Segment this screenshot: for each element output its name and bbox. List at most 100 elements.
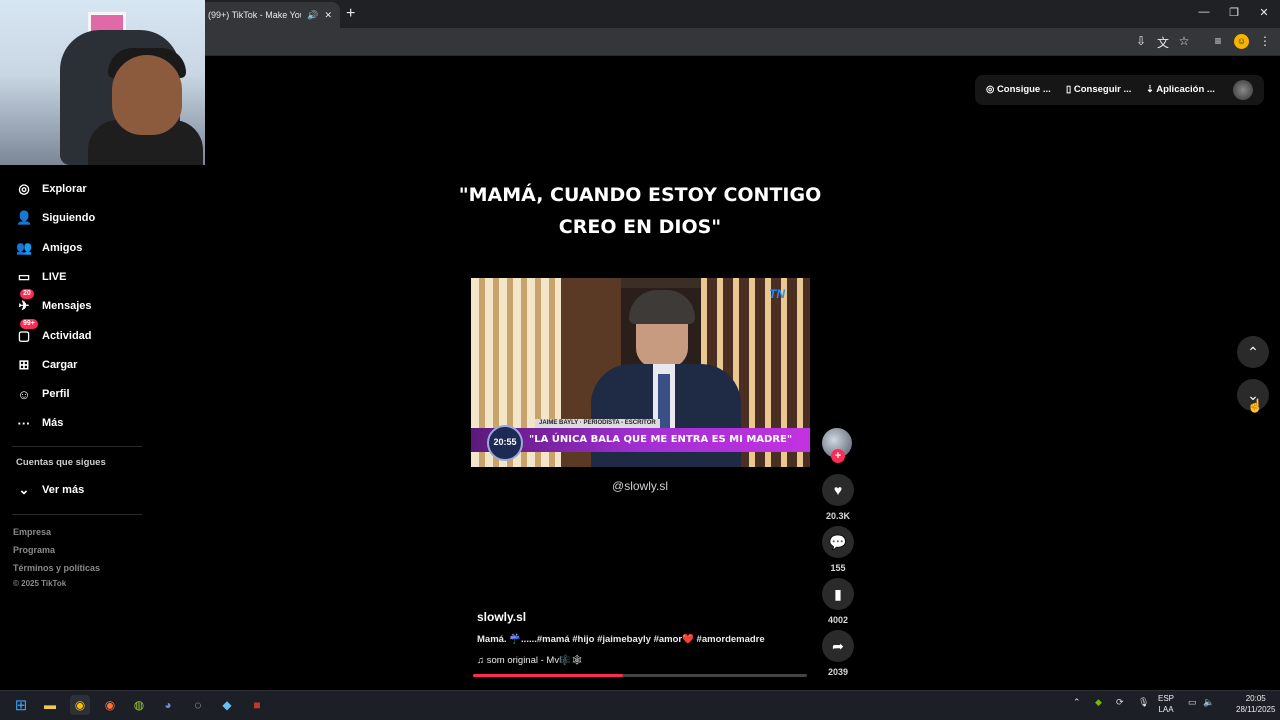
like-count: 20.3K — [825, 511, 851, 521]
sidebar-item-label: Siguiendo — [42, 212, 96, 225]
close-window-button[interactable]: ✕ — [1254, 6, 1274, 19]
compass-icon: ◎ — [18, 181, 30, 196]
friends-icon: 👥 — [16, 239, 33, 255]
sidebar-item-amigos[interactable]: 👥 Amigos — [16, 236, 82, 260]
sidebar-item-siguiendo[interactable]: 👤 Siguiendo — [16, 206, 95, 230]
following-icon: 👤 — [16, 210, 33, 226]
volume-icon[interactable]: 🔈 — [1203, 697, 1214, 708]
comment-button[interactable]: 💬 — [822, 526, 854, 558]
minimize-button[interactable]: — — [1194, 6, 1214, 18]
chevron-up-icon: ⌃ — [1247, 343, 1259, 360]
get-device-label: Conseguir ... — [1073, 84, 1132, 95]
sidebar-item-explorar[interactable]: ◎ Explorar — [16, 177, 87, 201]
browser-profile-icon[interactable]: ☺ — [1234, 34, 1249, 49]
lang-line2: LAA — [1158, 705, 1174, 714]
save-button[interactable]: ▮ — [822, 578, 854, 610]
tab-title: (99+) TikTok - Make Your Day — [208, 10, 301, 20]
firefox-icon[interactable]: ◉ — [100, 695, 120, 715]
language-indicator[interactable]: ESP LAA — [1158, 693, 1174, 715]
restore-button[interactable]: ❐ — [1224, 6, 1244, 19]
like-button[interactable]: ♥ — [822, 474, 854, 506]
video-progress-bar[interactable] — [473, 674, 807, 677]
author-name[interactable]: slowly.sl — [477, 610, 526, 624]
get-coins-label: Consigue ... — [996, 84, 1051, 95]
sidebar-divider — [12, 446, 142, 447]
app-icon[interactable]: ◍ — [129, 695, 149, 715]
coin-icon: ◎ — [986, 84, 997, 95]
install-app-icon[interactable]: ⇩ — [1133, 34, 1149, 48]
translate-icon[interactable]: 文 — [1155, 34, 1171, 51]
new-tab-button[interactable]: + — [346, 5, 355, 23]
share-button[interactable]: ➦ — [822, 630, 854, 662]
sidebar-item-m-s[interactable]: ··· Más — [16, 411, 64, 435]
windows-start-icon[interactable]: ⊞ — [11, 695, 31, 715]
see-more-label: Ver más — [42, 484, 85, 496]
sidebar-item-label: Explorar — [42, 183, 87, 195]
video-watermark: @slowly.sl — [612, 479, 668, 493]
user-avatar[interactable] — [1233, 80, 1253, 100]
get-device-button[interactable]: ▯ Conseguir ... — [1066, 84, 1131, 95]
sidebar-item-live[interactable]: ▭ LIVE — [16, 265, 67, 289]
tab-close-icon[interactable]: ✕ — [324, 10, 332, 21]
dota-icon[interactable]: ■ — [247, 695, 267, 715]
sidebar-item-actividad[interactable]: ▢ 99+ Actividad — [16, 318, 92, 348]
lang-line1: ESP — [1158, 694, 1175, 703]
webcam-overlay — [0, 0, 205, 165]
sidebar-divider — [12, 514, 142, 515]
sidebar-item-label: Amigos — [42, 241, 83, 254]
discord-icon[interactable]: ◕ — [158, 695, 178, 715]
previous-video-button[interactable]: ⌃ — [1237, 336, 1269, 368]
bookmark-icon: ▮ — [834, 585, 842, 602]
get-coins-button[interactable]: ◎ Consigue ... — [986, 84, 1051, 95]
bookmark-star-icon[interactable]: ☆ — [1176, 34, 1192, 48]
footer-link-programa[interactable]: Programa — [13, 545, 55, 555]
live-icon: ▭ — [17, 268, 31, 284]
app-icon-2[interactable]: ◌ — [188, 695, 208, 715]
video-player[interactable]: TN JAIME BAYLY · PERIODISTA - ESCRITOR "… — [471, 278, 810, 467]
tray-expand-icon[interactable]: ⌃ — [1073, 697, 1081, 708]
media-controls-icon[interactable]: ≡ — [1210, 34, 1226, 48]
see-more-button[interactable]: ⌄ Ver más — [16, 478, 85, 502]
footer-link-terms[interactable]: Términos y políticas — [13, 563, 100, 573]
footer-link-empresa[interactable]: Empresa — [13, 527, 51, 537]
browser-menu-icon[interactable]: ⋮ — [1257, 34, 1273, 48]
share-arrow-icon: ➦ — [832, 637, 844, 654]
phone-icon: ▯ — [1066, 84, 1074, 95]
sync-icon[interactable]: ⟳ — [1116, 697, 1124, 708]
broadcast-clock: 20:55 — [487, 425, 523, 461]
sidebar-item-label: Perfil — [42, 388, 70, 401]
clock-time: 20:05 — [1245, 694, 1266, 703]
browser-tab[interactable]: (99+) TikTok - Make Your Day 🔊 ✕ — [200, 2, 340, 28]
speaker-icon[interactable]: 🔊 — [307, 10, 318, 21]
follow-plus-icon[interactable]: + — [831, 449, 845, 463]
more-icon: ··· — [17, 415, 31, 431]
chevron-down-icon: ⌄ — [18, 482, 30, 497]
sidebar-item-label: Cargar — [42, 358, 78, 371]
share-count: 2039 — [827, 667, 849, 677]
music-info[interactable]: ♫ som original - Mv🎼🕸 — [477, 655, 583, 666]
microphone-icon[interactable]: 🎙 — [1138, 697, 1149, 708]
sidebar-item-label: Más — [42, 417, 64, 430]
sidebar-item-mensajes[interactable]: ✈ 20 Mensajes — [16, 289, 92, 318]
lower-third-text: "LA ÚNICA BALA QUE ME ENTRA ES MI MADRE" — [529, 434, 793, 445]
network-icon[interactable]: ▭ — [1188, 697, 1197, 708]
comment-count: 155 — [830, 563, 846, 573]
chrome-icon[interactable]: ◉ — [70, 695, 90, 715]
following-section-title: Cuentas que sigues — [16, 457, 106, 468]
notification-badge: 99+ — [20, 318, 38, 329]
messages-icon: ✈ 20 — [16, 289, 34, 314]
sidebar-item-cargar[interactable]: ⊞ Cargar — [16, 353, 78, 377]
notification-badge: 20 — [20, 289, 34, 300]
video-description: Mamá. ☔......#mamá #hijo #jaimebayly #am… — [477, 634, 765, 645]
download-icon: ⇣ — [1146, 84, 1157, 95]
steam-icon[interactable]: ◆ — [217, 695, 237, 715]
save-count: 4002 — [827, 615, 849, 625]
sidebar-item-perfil[interactable]: ☺ Perfil — [16, 382, 70, 406]
video-caption-line1: "MAMÁ, CUANDO ESTOY CONTIGO — [458, 184, 822, 206]
sidebar-item-label: Actividad — [42, 329, 92, 342]
system-clock[interactable]: 20:05 28/11/2025 — [1236, 693, 1275, 715]
file-explorer-icon[interactable]: ▬ — [40, 695, 60, 715]
get-app-button[interactable]: ⇣ Aplicación ... — [1146, 84, 1215, 95]
video-caption-line2: CREO EN DIOS" — [558, 216, 722, 238]
nvidia-icon[interactable]: ◆ — [1095, 697, 1102, 708]
